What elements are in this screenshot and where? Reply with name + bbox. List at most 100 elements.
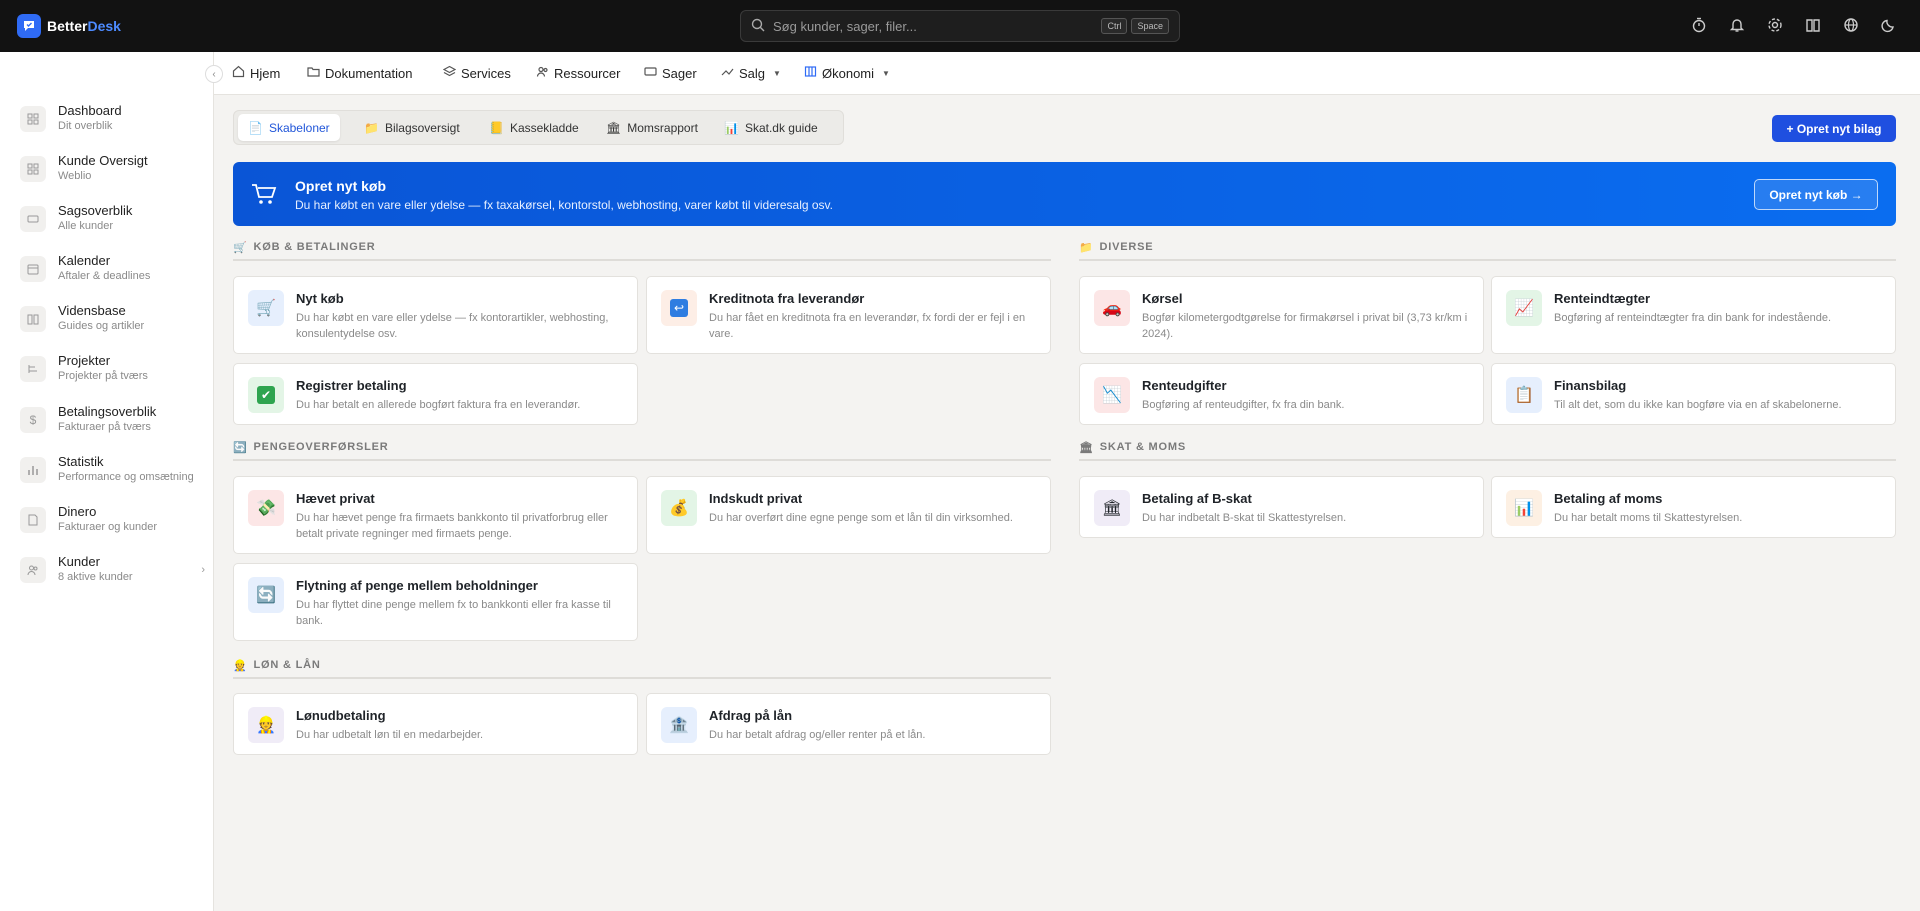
document-icon: 📄 <box>248 120 263 135</box>
card-description: Du har betalt en allerede bogført faktur… <box>296 399 581 411</box>
card-title: Hævet privat <box>296 491 375 506</box>
worker-icon: 👷 <box>233 659 248 672</box>
sidebar-item-kunde-oversigt[interactable]: Kunde Oversigt Weblio <box>20 153 205 193</box>
tab-label: Bilagsoversigt <box>384 120 460 135</box>
section-skat-moms: 🏛 SKAT & MOMS <box>1079 441 1896 461</box>
card-title: Renteudgifter <box>1142 378 1227 393</box>
sidebar-item-sub: Alle kunder <box>58 220 114 232</box>
grid-icon <box>20 106 46 132</box>
main-nav: Hjem Dokumentation Services Ressourcer S… <box>214 52 1920 95</box>
sidebar-item-kalender[interactable]: Kalender Aftaler & deadlines <box>20 253 205 293</box>
moon-icon[interactable] <box>1880 16 1898 34</box>
folder-icon <box>307 65 320 81</box>
card-title: Finansbilag <box>1554 378 1627 393</box>
nav-okonomi[interactable]: Økonomi ▼ <box>804 65 890 81</box>
sidebar-item-betalingsoverblik[interactable]: $ Betalingsoverblik Fakturaer på tværs <box>20 404 205 444</box>
card-description: Til alt det, som du ikke kan bogføre via… <box>1554 399 1842 411</box>
globe-icon[interactable] <box>1842 16 1860 34</box>
tabs-bar: 📄 Skabeloner 📁 Bilagsoversigt 📒 Kassekla… <box>233 110 844 145</box>
nav-salg[interactable]: Salg ▼ <box>721 65 781 81</box>
sidebar-item-projekter[interactable]: Projekter Projekter på tværs <box>20 353 205 393</box>
card-moms[interactable]: 📊 Betaling af moms Du har betalt moms ti… <box>1491 476 1896 538</box>
bar-chart-icon <box>20 457 46 483</box>
logo[interactable]: BetterDesk <box>17 14 121 38</box>
nav-hjem[interactable]: Hjem <box>232 65 280 81</box>
bank-icon <box>804 65 817 81</box>
nav-label: Services <box>461 65 511 81</box>
card-b-skat[interactable]: 🏛 Betaling af B-skat Du har indbetalt B-… <box>1079 476 1484 538</box>
card-title: Renteindtægter <box>1554 291 1651 306</box>
purchase-banner: Opret nyt køb Du har købt en vare eller … <box>233 162 1896 226</box>
bar-chart-icon: 📊 <box>1506 490 1542 526</box>
book-icon[interactable] <box>1804 16 1822 34</box>
sidebar-item-dinero[interactable]: Dinero Fakturaer og kunder <box>20 504 205 544</box>
collapse-sidebar-button[interactable]: ‹ <box>205 65 223 83</box>
nav-label: Sager <box>662 65 697 81</box>
tab-bilagsoversigt[interactable]: 📁 Bilagsoversigt <box>354 114 470 141</box>
bell-icon[interactable] <box>1728 16 1746 34</box>
tab-momsrapport[interactable]: 🏛 Momsrapport <box>596 114 708 141</box>
card-description: Bogføring af renteudgifter, fx fra din b… <box>1142 399 1345 411</box>
sidebar-item-sub: Performance og omsætning <box>58 471 194 483</box>
card-description: Du har udbetalt løn til en medarbejder. <box>296 729 484 741</box>
layers-icon <box>442 65 457 81</box>
card-renteindtaegter[interactable]: 📈 Renteindtægter Bogføring af renteindtæ… <box>1491 276 1896 354</box>
chevron-right-icon[interactable]: › <box>201 564 205 576</box>
sidebar-item-sub: Dit overblik <box>58 120 113 132</box>
tab-skabeloner[interactable]: 📄 Skabeloner <box>238 114 340 141</box>
card-lonudbetaling[interactable]: 👷 Lønudbetaling Du har udbetalt løn til … <box>233 693 638 755</box>
sidebar-item-title: Sagsoverblik <box>58 203 133 218</box>
nav-sager[interactable]: Sager <box>644 65 697 81</box>
timer-icon[interactable] <box>1690 16 1708 34</box>
nav-dokumentation[interactable]: Dokumentation <box>307 65 412 81</box>
gear-icon[interactable] <box>1766 16 1784 34</box>
transfer-icon: 🔄 <box>233 441 248 454</box>
card-kreditnota[interactable]: ↩ Kreditnota fra leverandør Du har fået … <box>646 276 1051 354</box>
nav-label: Salg <box>739 65 766 81</box>
search-input[interactable]: Søg kunder, sager, filer... <box>773 19 1097 34</box>
card-flytning[interactable]: 🔄 Flytning af penge mellem beholdninger … <box>233 563 638 641</box>
nav-ressourcer[interactable]: Ressourcer <box>536 65 620 81</box>
new-voucher-button[interactable]: + Opret nyt bilag <box>1772 115 1896 142</box>
card-title: Flytning af penge mellem beholdninger <box>296 578 538 593</box>
chart-up-icon: 📈 <box>1506 290 1542 326</box>
cart-icon: 🛒 <box>248 290 284 326</box>
sidebar-item-dashboard[interactable]: Dashboard Dit overblik <box>20 103 205 143</box>
logo-icon <box>17 14 41 38</box>
sidebar-item-statistik[interactable]: Statistik Performance og omsætning <box>20 454 205 494</box>
card-haevet-privat[interactable]: 💸 Hævet privat Du har hævet penge fra fi… <box>233 476 638 554</box>
card-finansbilag[interactable]: 📋 Finansbilag Til alt det, som du ikke k… <box>1491 363 1896 425</box>
sidebar-item-title: Kalender <box>58 253 111 268</box>
card-description: Du har indbetalt B-skat til Skattestyrel… <box>1142 512 1347 524</box>
bank-icon: 🏛 <box>1094 490 1130 526</box>
card-title: Kørsel <box>1142 291 1183 306</box>
caret-down-icon: ▼ <box>882 68 890 78</box>
banner-subtitle: Du har købt en vare eller ydelse — fx ta… <box>295 198 833 212</box>
ticket-icon <box>20 206 46 232</box>
dollar-icon: $ <box>20 407 46 433</box>
card-title: Afdrag på lån <box>709 708 793 723</box>
tab-kassekladde[interactable]: 📒 Kassekladde <box>479 114 589 141</box>
section-title: LØN & LÅN <box>253 659 321 671</box>
sidebar-item-kunder[interactable]: Kunder 8 aktive kunder › <box>20 554 205 594</box>
create-purchase-button[interactable]: Opret nyt køb → <box>1754 179 1878 210</box>
card-nyt-kob[interactable]: 🛒 Nyt køb Du har købt en vare eller ydel… <box>233 276 638 354</box>
card-registrer-betaling[interactable]: ✔ Registrer betaling Du har betalt en al… <box>233 363 638 425</box>
tab-skat-guide[interactable]: 📊 Skat.dk guide <box>714 114 828 141</box>
card-indskudt-privat[interactable]: 💰 Indskudt privat Du har overført dine e… <box>646 476 1051 554</box>
sidebar-item-sagsoverblik[interactable]: Sagsoverblik Alle kunder <box>20 203 205 243</box>
search-bar[interactable]: Søg kunder, sager, filer... Ctrl Space <box>740 10 1180 42</box>
sidebar-item-vidensbase[interactable]: Vidensbase Guides og artikler <box>20 303 205 343</box>
card-description: Du har betalt moms til Skattestyrelsen. <box>1554 512 1743 524</box>
nav-services[interactable]: Services <box>442 65 511 81</box>
card-afdrag[interactable]: 🏦 Afdrag på lån Du har betalt afdrag og/… <box>646 693 1051 755</box>
notebook-icon: 📒 <box>489 120 504 135</box>
card-title: Registrer betaling <box>296 378 407 393</box>
section-kob-betalinger: 🛒 KØB & BETALINGER <box>233 241 1051 261</box>
sidebar-item-title: Kunde Oversigt <box>58 153 148 168</box>
grid-icon <box>20 156 46 182</box>
card-renteudgifter[interactable]: 📉 Renteudgifter Bogføring af renteudgift… <box>1079 363 1484 425</box>
nav-label: Økonomi <box>822 65 875 81</box>
sidebar-item-title: Statistik <box>58 454 104 469</box>
card-korsel[interactable]: 🚗 Kørsel Bogfør kilometergodtgørelse for… <box>1079 276 1484 354</box>
